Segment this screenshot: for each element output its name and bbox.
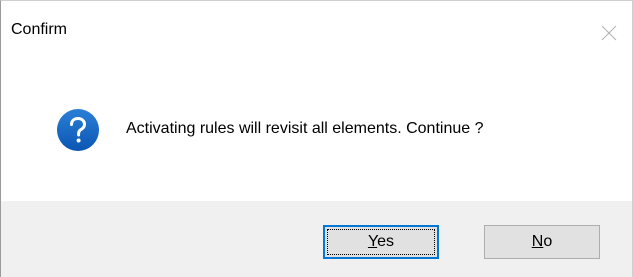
confirm-message: Activating rules will revisit all elemen… (126, 120, 484, 137)
no-label-rest: o (543, 233, 553, 250)
dialog-content: Activating rules will revisit all elemen… (1, 65, 632, 201)
yes-mnemonic: Y (367, 233, 378, 250)
no-button-label: No (532, 233, 552, 251)
button-bar: Yes No (1, 201, 632, 277)
yes-label-rest: es (377, 233, 395, 250)
no-button[interactable]: No (484, 225, 600, 259)
yes-button[interactable]: Yes (323, 225, 439, 259)
dialog-title: Confirm (11, 21, 68, 38)
close-button[interactable] (586, 1, 632, 65)
yes-button-label: Yes (368, 233, 394, 251)
close-icon (601, 25, 617, 41)
question-icon (57, 109, 99, 151)
no-mnemonic: N (531, 233, 544, 250)
confirm-dialog: Confirm Activating rules will revisit al… (0, 0, 633, 277)
title-bar: Confirm (1, 1, 632, 65)
